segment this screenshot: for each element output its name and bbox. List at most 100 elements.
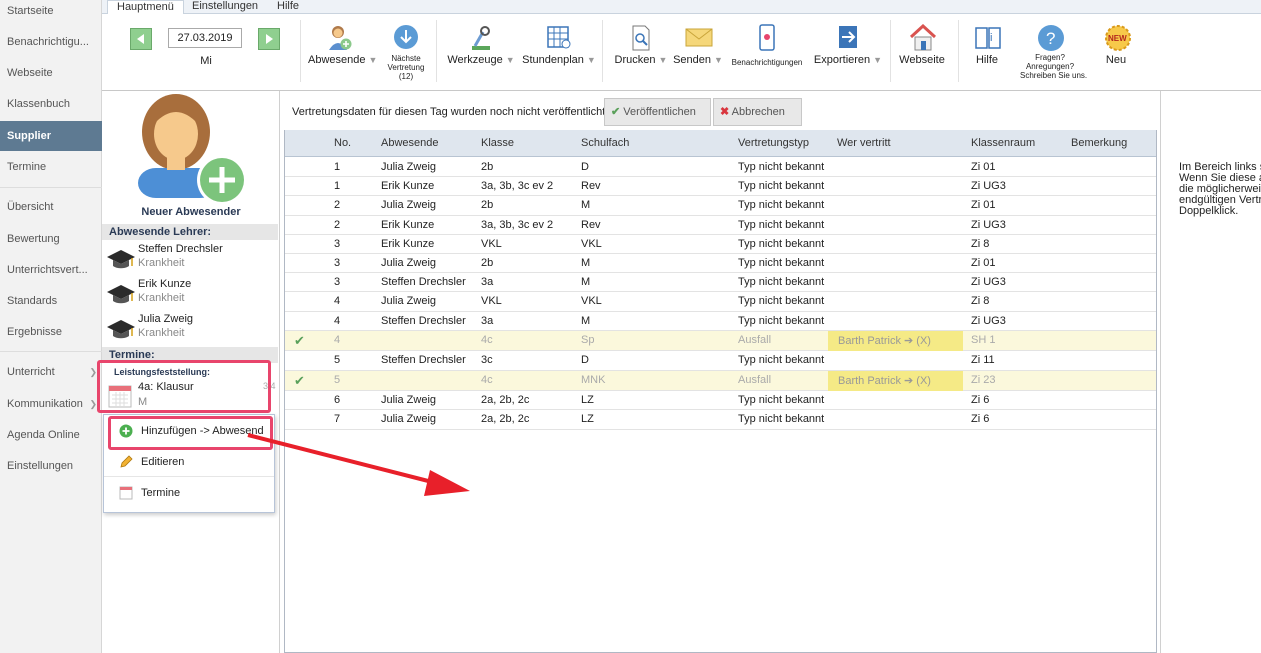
substitute-cell[interactable]: Barth Patrick ➔ (X) [828, 330, 963, 351]
table-row[interactable]: 3 Julia Zweig 2b M Typ nicht bekannt Zi 01 [285, 254, 1156, 274]
date-field[interactable]: 27.03.2019 [168, 28, 242, 48]
print-preview-icon [628, 24, 654, 51]
table-cell: Typ nicht bekannt [738, 276, 825, 289]
nav-item-agenda-online[interactable]: Agenda Online [0, 420, 102, 450]
exportieren-button[interactable]: Exportieren ▼ [810, 24, 886, 66]
publish-bar: Vertretungsdaten für diesen Tag wurden n… [284, 91, 1160, 129]
cancel-button[interactable]: ✖ Abbrechen [713, 98, 802, 126]
nav-item-startseite[interactable]: Startseite [0, 0, 102, 26]
table-row[interactable]: 1 Erik Kunze 3a, 3b, 3c ev 2 Rev Typ nicht b… [285, 177, 1156, 197]
dropdown-arrow-icon: ▼ [714, 55, 723, 65]
webseite-button[interactable]: Webseite [896, 23, 948, 66]
tab-hilfe[interactable]: Hilfe [268, 0, 308, 14]
naechste-vertretung-button[interactable]: Nächste Vertretung (12) [384, 24, 428, 81]
teacher-reason: Krankheit [138, 257, 185, 269]
nav-item-uebersicht[interactable]: Übersicht [0, 192, 102, 222]
table-row[interactable]: 1 Julia Zweig 2b D Typ nicht bekannt Zi 01 [285, 158, 1156, 178]
table-row[interactable]: 3 Steffen Drechsler 3a M Typ nicht bekannt Zi… [285, 273, 1156, 293]
new-absent-label[interactable]: Neuer Abwesender [102, 206, 280, 218]
column-header[interactable]: Schulfach [581, 130, 629, 157]
next-day-button[interactable] [258, 28, 280, 50]
arrow-right-icon [266, 34, 273, 44]
table-row[interactable]: 6 Julia Zweig 2a, 2b, 2c LZ Typ nicht bekann… [285, 391, 1156, 411]
table-row[interactable]: 2 Julia Zweig 2b M Typ nicht bekannt Zi 01 [285, 196, 1156, 216]
nav-item-unterricht[interactable]: Unterricht ❯ [0, 357, 102, 387]
weekday-text: Mi [200, 55, 212, 67]
table-cell: Rev [581, 218, 601, 231]
column-header[interactable]: Abwesende [381, 130, 439, 157]
previous-day-button[interactable] [130, 28, 152, 50]
nav-item-webseite[interactable]: Webseite [0, 58, 102, 88]
table-cell: Typ nicht bekannt [738, 394, 825, 407]
neu-label: Neu [1105, 54, 1127, 66]
nav-item-unterrichtsvert[interactable]: Unterrichtsvert... [0, 255, 102, 285]
table-cell: LZ [581, 413, 594, 426]
export-icon [835, 24, 861, 50]
menu-item-termine[interactable]: Termine [104, 478, 274, 508]
column-header[interactable]: Klasse [481, 130, 514, 157]
table-row[interactable]: 4 Steffen Drechsler 3a M Typ nicht bekannt Zi… [285, 312, 1156, 331]
svg-text:?: ? [1046, 29, 1055, 48]
column-header[interactable]: Vertretungstyp [738, 130, 809, 157]
teacher-item[interactable]: Steffen Drechsler Krankheit [106, 242, 276, 278]
ribbon-toolbar: 27.03.2019 Mi Abwesende ▼ Nächste Vertret… [102, 14, 1261, 91]
feedback-button[interactable]: ? Fragen? Anregungen? Schreiben Sie uns. [1020, 24, 1087, 80]
new-absent-avatar[interactable] [134, 94, 250, 206]
table-cell: 7 [334, 413, 341, 426]
nav-item-supplier[interactable]: Supplier [0, 121, 102, 151]
table-row[interactable]: 2 Erik Kunze 3a, 3b, 3c ev 2 Rev Typ nicht b… [285, 216, 1156, 235]
table-row[interactable]: 5 Steffen Drechsler 3c D Typ nicht bekannt Zi… [285, 351, 1156, 371]
fragen-line2: Anregungen? [1025, 62, 1075, 71]
column-header[interactable]: Klassenraum [971, 130, 1035, 157]
table-cell: M [581, 276, 591, 289]
nav-item-standards[interactable]: Standards [0, 286, 102, 316]
table-cell: 2b [481, 161, 494, 173]
tab-einstellungen[interactable]: Einstellungen [183, 0, 267, 14]
tools-icon [468, 24, 494, 50]
table-row[interactable]: 3 Erik Kunze VKL VKL Typ nicht bekannt Zi 8 [285, 235, 1156, 255]
table-cell: VKL [481, 295, 502, 308]
nav-item-benachrichtigungen[interactable]: Benachrichtigu... [0, 27, 102, 57]
svg-text:i: i [990, 32, 992, 44]
menu-item-label: Editieren [141, 456, 185, 468]
table-row[interactable]: 4 Julia Zweig VKL VKL Typ nicht bekannt Zi 8 [285, 292, 1156, 312]
substitute-cell[interactable]: Barth Patrick ➔ (X) [828, 370, 963, 391]
neu-button[interactable]: NEW Neu [1096, 24, 1136, 66]
teacher-item[interactable]: Julia Zweig Krankheit [106, 312, 276, 348]
nav-item-kommunikation[interactable]: Kommunikation ❯ [0, 389, 102, 419]
tab-hauptmenue[interactable]: Hauptmenü [107, 0, 184, 15]
hilfe-button[interactable]: i Hilfe [964, 24, 1010, 66]
nav-item-einstellungen[interactable]: Einstellungen [0, 451, 102, 481]
table-cell: 3 [334, 276, 341, 289]
dropdown-arrow-icon: ▼ [873, 55, 883, 65]
table-row[interactable]: ✔ 4 4c Sp Ausfall SH 1 Barth Patrick ➔ (X) [285, 330, 1156, 351]
menu-item-edit[interactable]: Editieren [104, 447, 274, 477]
table-cell: Zi 23 [971, 373, 996, 386]
table-cell: Julia Zweig [381, 295, 437, 308]
abwesende-label: Abwesende [308, 54, 366, 66]
benachrichtigungen-button[interactable]: Benachrichtigungen [730, 24, 804, 67]
ribbon-divider [890, 20, 891, 82]
graduation-cap-icon [107, 320, 135, 339]
senden-button[interactable]: Senden ▼ [672, 24, 724, 66]
stundenplan-button[interactable]: Stundenplan ▼ [522, 24, 596, 66]
table-cell: 3 [334, 237, 341, 250]
teacher-item[interactable]: Erik Kunze Krankheit [106, 277, 276, 313]
table-row[interactable]: ✔ 5 4c MNK Ausfall Zi 23 Barth Patrick ➔ (X) [285, 370, 1156, 391]
nav-item-bewertung[interactable]: Bewertung [0, 224, 102, 254]
column-header[interactable]: Wer vertritt [837, 130, 891, 157]
nav-item-ergebnisse[interactable]: Ergebnisse [0, 317, 102, 347]
nav-item-termine[interactable]: Termine [0, 152, 102, 182]
table-cell: 2 [334, 199, 341, 212]
drucken-button[interactable]: Drucken ▼ [612, 24, 670, 66]
table-cell: Typ nicht bekannt [738, 314, 825, 327]
table-row[interactable]: 7 Julia Zweig 2a, 2b, 2c LZ Typ nicht bekann… [285, 410, 1156, 430]
column-header[interactable]: Bemerkung [1071, 130, 1127, 157]
checkmark-icon: ✔ [611, 106, 621, 118]
werkzeuge-button[interactable]: Werkzeuge ▼ [446, 24, 516, 66]
nav-item-klassenbuch[interactable]: Klassenbuch [0, 89, 102, 119]
column-header[interactable]: No. [334, 130, 351, 157]
table-cell: 2a, 2b, 2c [481, 394, 530, 407]
abwesende-button[interactable]: Abwesende ▼ [308, 24, 377, 66]
publish-button[interactable]: ✔ Veröffentlichen [604, 98, 711, 126]
